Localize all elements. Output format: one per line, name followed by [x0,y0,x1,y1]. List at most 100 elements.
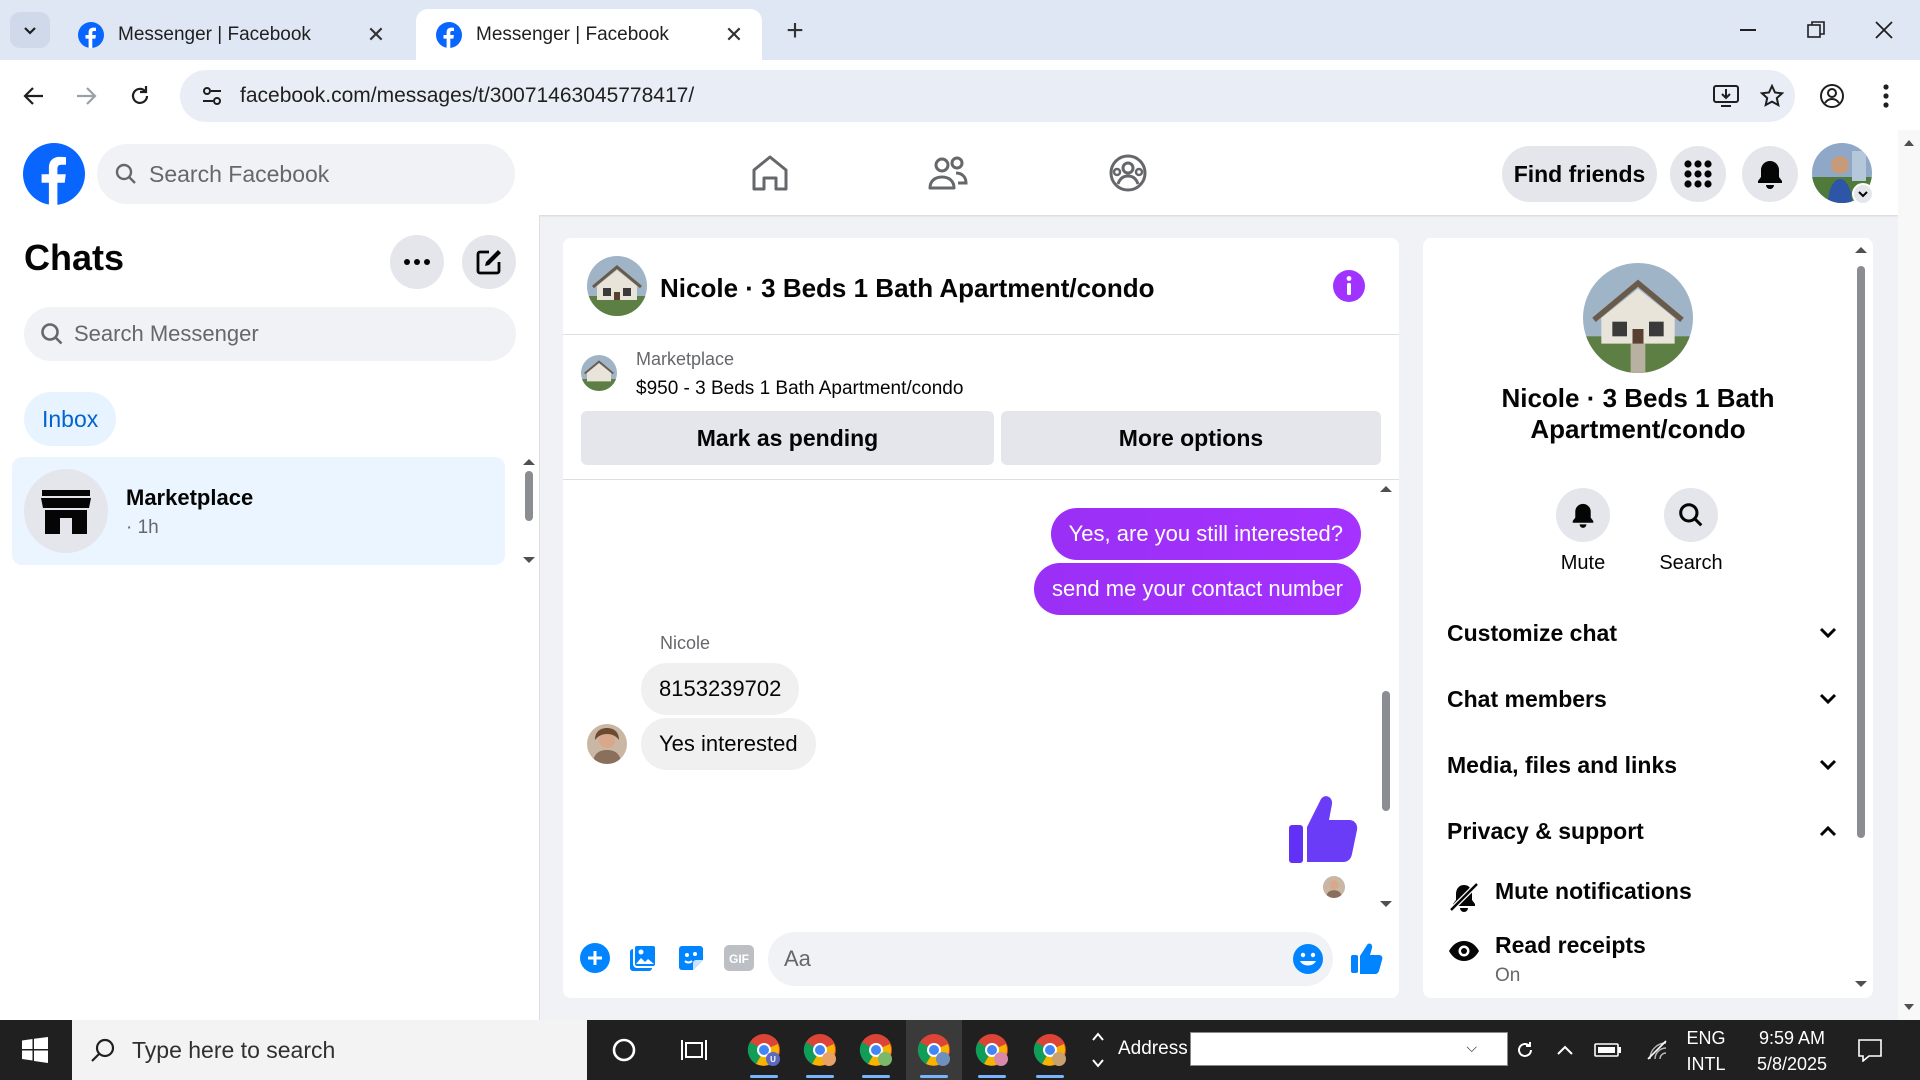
cortana-button[interactable] [596,1020,652,1080]
mute-action[interactable]: Mute [1543,488,1623,575]
address-toolbar-label: Address [1118,1038,1188,1059]
browser-tab-2-active[interactable]: Messenger | Facebook ✕ [416,9,762,60]
taskbar-search[interactable] [72,1020,587,1080]
message-input[interactable] [784,946,1254,972]
facebook-search-input[interactable] [149,160,479,188]
facebook-search[interactable] [97,144,515,204]
media-files-links-section[interactable]: Media, files and links [1447,740,1837,790]
address-go-button[interactable] [1510,1020,1540,1080]
task-view-button[interactable] [666,1020,722,1080]
search-icon [1679,503,1703,527]
more-actions-button[interactable] [577,940,613,976]
message-list-scrollbar[interactable] [1375,481,1397,911]
close-tab-icon[interactable]: ✕ [362,21,390,49]
mute-notifications-item[interactable]: Mute notifications [1447,878,1837,914]
chevron-down-icon[interactable]: ⌵ [1466,1039,1477,1056]
listing-title[interactable]: $950 - 3 Beds 1 Bath Apartment/condo [636,378,963,400]
conversation-title[interactable]: Nicole · 3 Beds 1 Bath Apartment/condo [660,273,1155,304]
customize-chat-section[interactable]: Customize chat [1447,608,1837,658]
wifi-icon [1647,1040,1667,1060]
messenger-search[interactable] [24,307,516,361]
attach-photo-button[interactable] [625,940,661,976]
chrome-taskbar-app-2[interactable] [792,1020,848,1080]
toolbar-scroll-buttons[interactable] [1084,1020,1112,1080]
chat-list-item[interactable]: Marketplace · 1h [12,457,505,565]
network-button[interactable] [1640,1020,1676,1080]
search-action-button[interactable] [1664,488,1718,542]
more-options-button[interactable]: More options [1001,411,1381,465]
back-button[interactable] [14,76,54,116]
input-language-indicator[interactable]: ENG INTL [1684,1025,1728,1077]
bookmark-button[interactable] [1749,84,1795,108]
show-hidden-icons-button[interactable] [1548,1020,1582,1080]
search-action[interactable]: Search [1651,488,1731,575]
message-input-box[interactable] [768,932,1333,986]
url-text[interactable]: facebook.com/messages/t/3007146304577841… [240,84,1703,108]
tab-title: Messenger | Facebook [118,23,311,45]
start-button[interactable] [0,1020,70,1080]
address-toolbar-box[interactable]: ⌵ [1190,1032,1508,1066]
menu-button[interactable] [1670,146,1726,202]
sender-avatar[interactable] [587,724,627,764]
taskbar-search-input[interactable] [132,1036,572,1064]
minimize-window-button[interactable] [1724,10,1772,50]
info-panel-scrollbar[interactable] [1850,238,1872,998]
emoji-icon[interactable] [1289,940,1327,978]
close-window-button[interactable] [1860,10,1908,50]
address-toolbar-input[interactable] [1191,1033,1461,1065]
search-label: Search [1659,552,1723,574]
info-icon[interactable] [1333,270,1365,302]
reload-button[interactable] [120,76,160,116]
privacy-support-section[interactable]: Privacy & support [1447,806,1837,856]
gif-button[interactable]: GIF [721,940,757,976]
browser-tab-1[interactable]: Messenger | Facebook ✕ [58,9,404,60]
install-app-button[interactable] [1703,84,1749,108]
address-bar[interactable]: facebook.com/messages/t/3007146304577841… [180,70,1795,122]
account-menu-chevron[interactable] [1852,183,1874,205]
site-info-button[interactable] [190,85,234,107]
up-down-arrows-icon [1092,1032,1104,1068]
friends-nav[interactable] [918,148,978,198]
chat-list-scrollbar[interactable] [520,457,538,567]
battery-icon [1594,1043,1621,1057]
new-message-button[interactable] [462,235,516,289]
notifications-button[interactable] [1742,146,1798,202]
page-scrollbar[interactable] [1898,130,1920,1020]
incoming-message[interactable]: Yes interested [641,718,816,770]
windows-taskbar: U Address ⌵ ENG INTL [0,1020,1920,1080]
mark-as-pending-button[interactable]: Mark as pending [581,411,994,465]
inbox-filter-tab[interactable]: Inbox [24,392,117,446]
browser-menu-button[interactable] [1866,76,1906,116]
restore-window-button[interactable] [1792,10,1840,50]
chat-members-section[interactable]: Chat members [1447,674,1837,724]
read-receipts-item[interactable]: Read receipts On [1447,932,1837,987]
send-like-button[interactable] [1347,940,1387,976]
messenger-search-input[interactable] [74,321,494,347]
new-tab-button[interactable]: + [778,14,812,48]
incoming-message[interactable]: 8153239702 [641,663,800,715]
forward-button[interactable] [66,76,106,116]
find-friends-button[interactable]: Find friends [1502,146,1657,202]
groups-nav[interactable] [1098,148,1158,198]
mute-action-button[interactable] [1556,488,1610,542]
tab-search-button[interactable] [10,12,50,48]
battery-button[interactable] [1590,1020,1626,1080]
home-nav[interactable] [740,148,800,198]
chrome-taskbar-app-3[interactable] [848,1020,904,1080]
listing-thumbnail[interactable] [581,355,617,391]
action-center-button[interactable] [1850,1020,1890,1080]
outgoing-message[interactable]: send me your contact number [1033,563,1361,615]
chrome-taskbar-app-5[interactable] [964,1020,1020,1080]
chat-options-button[interactable] [390,235,444,289]
clock[interactable]: 9:59 AM 5/8/2025 [1742,1025,1842,1077]
sticker-button[interactable] [673,940,709,976]
facebook-logo-icon[interactable] [23,143,85,205]
profile-button[interactable] [1812,76,1852,116]
chrome-taskbar-app-6[interactable] [1022,1020,1078,1080]
conversation-avatar[interactable] [587,256,647,316]
chrome-taskbar-app-1[interactable]: U [736,1020,792,1080]
chrome-taskbar-app-4[interactable] [906,1020,962,1080]
browser-tab-bar: Messenger | Facebook ✕ Messenger | Faceb… [0,0,1920,60]
close-tab-icon[interactable]: ✕ [720,21,748,49]
outgoing-message[interactable]: Yes, are you still interested? [1050,508,1361,560]
